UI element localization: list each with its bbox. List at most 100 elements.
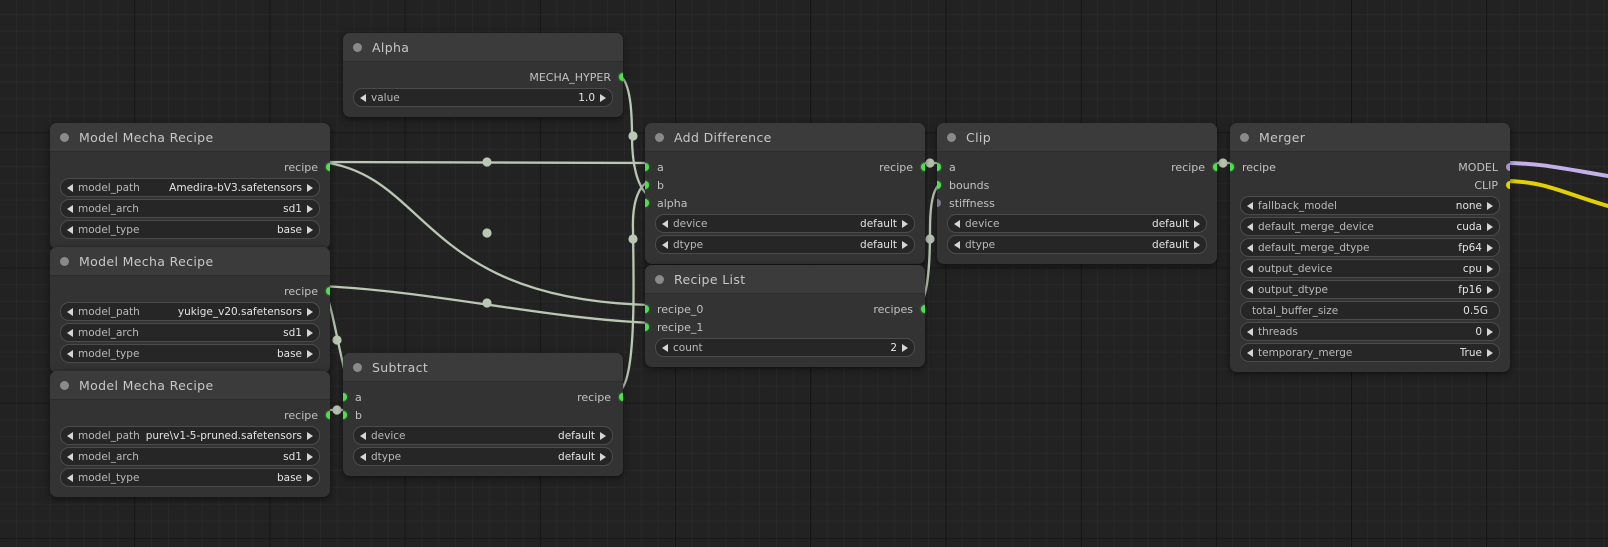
input-port-dot[interactable] bbox=[937, 163, 941, 171]
increment-arrow-icon[interactable] bbox=[1487, 264, 1493, 273]
output-port-dot[interactable] bbox=[326, 411, 330, 419]
increment-arrow-icon[interactable] bbox=[1487, 348, 1493, 357]
input-port-dot[interactable] bbox=[645, 181, 649, 189]
widget-temporary-merge[interactable]: temporary_merge True bbox=[1240, 343, 1500, 362]
output-port-dot[interactable] bbox=[619, 73, 623, 81]
decrement-arrow-icon[interactable] bbox=[67, 452, 73, 461]
increment-arrow-icon[interactable] bbox=[902, 343, 908, 352]
decrement-arrow-icon[interactable] bbox=[67, 349, 73, 358]
input-port-row-b[interactable]: b bbox=[645, 176, 925, 194]
output-port-row[interactable]: MECHA_HYPER bbox=[343, 68, 623, 86]
widget-model-path[interactable]: model_path pure\v1-5-pruned.safetensors bbox=[60, 426, 320, 445]
input-port-row-a[interactable]: a recipe bbox=[937, 158, 1217, 176]
decrement-arrow-icon[interactable] bbox=[360, 431, 366, 440]
increment-arrow-icon[interactable] bbox=[307, 204, 313, 213]
widget-model-arch[interactable]: model_arch sd1 bbox=[60, 199, 320, 218]
collapse-icon[interactable] bbox=[60, 380, 69, 390]
increment-arrow-icon[interactable] bbox=[307, 452, 313, 461]
input-port-row-bounds[interactable]: bounds bbox=[937, 176, 1217, 194]
node-header[interactable]: Model Mecha Recipe bbox=[50, 123, 330, 152]
node-model-mecha-recipe-1[interactable]: Model Mecha Recipe recipe model_path Ame… bbox=[50, 123, 330, 249]
node-model-mecha-recipe-3[interactable]: Model Mecha Recipe recipe model_path pur… bbox=[50, 371, 330, 497]
node-clip[interactable]: Clip a recipe bounds stiffness device de… bbox=[937, 123, 1217, 264]
input-port-row-a[interactable]: a recipe bbox=[343, 388, 623, 406]
input-port-row-recipe-0[interactable]: recipe_0 recipes bbox=[645, 300, 925, 318]
output-port-dot[interactable] bbox=[326, 287, 330, 295]
node-header[interactable]: Recipe List bbox=[645, 265, 925, 294]
decrement-arrow-icon[interactable] bbox=[360, 452, 366, 461]
increment-arrow-icon[interactable] bbox=[307, 328, 313, 337]
widget-output-dtype[interactable]: output_dtype fp16 bbox=[1240, 280, 1500, 299]
widget-model-arch[interactable]: model_arch sd1 bbox=[60, 323, 320, 342]
input-port-row-recipe-1[interactable]: recipe_1 bbox=[645, 318, 925, 336]
collapse-icon[interactable] bbox=[1240, 132, 1249, 142]
decrement-arrow-icon[interactable] bbox=[1247, 243, 1253, 252]
widget-total-buffer-size[interactable]: total_buffer_size 0.5G bbox=[1240, 301, 1500, 320]
decrement-arrow-icon[interactable] bbox=[1247, 348, 1253, 357]
increment-arrow-icon[interactable] bbox=[307, 349, 313, 358]
widget-default-merge-device[interactable]: default_merge_device cuda bbox=[1240, 217, 1500, 236]
widget-dtype[interactable]: dtype default bbox=[947, 235, 1207, 254]
output-port-dot[interactable] bbox=[1213, 163, 1217, 171]
increment-arrow-icon[interactable] bbox=[1487, 285, 1493, 294]
widget-model-type[interactable]: model_type base bbox=[60, 344, 320, 363]
decrement-arrow-icon[interactable] bbox=[1247, 222, 1253, 231]
node-merger[interactable]: Merger recipe MODEL CLIP fallback_model … bbox=[1230, 123, 1510, 372]
decrement-arrow-icon[interactable] bbox=[67, 225, 73, 234]
widget-model-type[interactable]: model_type base bbox=[60, 220, 320, 239]
widget-fallback-model[interactable]: fallback_model none bbox=[1240, 196, 1500, 215]
input-port-dot[interactable] bbox=[645, 305, 649, 313]
collapse-icon[interactable] bbox=[947, 132, 956, 142]
decrement-arrow-icon[interactable] bbox=[1247, 327, 1253, 336]
widget-dtype[interactable]: dtype default bbox=[655, 235, 915, 254]
increment-arrow-icon[interactable] bbox=[307, 225, 313, 234]
node-subtract[interactable]: Subtract a recipe b device default dtype… bbox=[343, 353, 623, 476]
input-port-dot[interactable] bbox=[343, 393, 347, 401]
increment-arrow-icon[interactable] bbox=[600, 93, 606, 102]
increment-arrow-icon[interactable] bbox=[1487, 201, 1493, 210]
output-port-dot[interactable] bbox=[619, 393, 623, 401]
output-port-dot[interactable] bbox=[921, 163, 925, 171]
widget-model-path[interactable]: model_path yukige_v20.safetensors bbox=[60, 302, 320, 321]
node-header[interactable]: Clip bbox=[937, 123, 1217, 152]
widget-value[interactable]: value 1.0 bbox=[353, 88, 613, 107]
increment-arrow-icon[interactable] bbox=[307, 183, 313, 192]
input-port-row-b[interactable]: b bbox=[343, 406, 623, 424]
decrement-arrow-icon[interactable] bbox=[360, 93, 366, 102]
decrement-arrow-icon[interactable] bbox=[67, 328, 73, 337]
widget-model-type[interactable]: model_type base bbox=[60, 468, 320, 487]
node-header[interactable]: Alpha bbox=[343, 33, 623, 62]
decrement-arrow-icon[interactable] bbox=[1247, 264, 1253, 273]
node-alpha[interactable]: Alpha MECHA_HYPER value 1.0 bbox=[343, 33, 623, 117]
node-header[interactable]: Add Difference bbox=[645, 123, 925, 152]
increment-arrow-icon[interactable] bbox=[600, 452, 606, 461]
widget-count[interactable]: count 2 bbox=[655, 338, 915, 357]
input-port-row-recipe[interactable]: recipe MODEL bbox=[1230, 158, 1510, 176]
increment-arrow-icon[interactable] bbox=[1487, 222, 1493, 231]
decrement-arrow-icon[interactable] bbox=[662, 219, 668, 228]
widget-device[interactable]: device default bbox=[947, 214, 1207, 233]
output-port-row[interactable]: recipe bbox=[50, 282, 330, 300]
output-port-row[interactable]: recipe bbox=[50, 158, 330, 176]
collapse-icon[interactable] bbox=[353, 362, 362, 372]
collapse-icon[interactable] bbox=[353, 42, 362, 52]
decrement-arrow-icon[interactable] bbox=[67, 183, 73, 192]
widget-default-merge-dtype[interactable]: default_merge_dtype fp64 bbox=[1240, 238, 1500, 257]
decrement-arrow-icon[interactable] bbox=[67, 204, 73, 213]
output-port-row-clip[interactable]: CLIP bbox=[1230, 176, 1510, 194]
input-port-row-alpha[interactable]: alpha bbox=[645, 194, 925, 212]
input-port-dot[interactable] bbox=[937, 181, 941, 189]
decrement-arrow-icon[interactable] bbox=[954, 240, 960, 249]
increment-arrow-icon[interactable] bbox=[1194, 240, 1200, 249]
increment-arrow-icon[interactable] bbox=[307, 307, 313, 316]
increment-arrow-icon[interactable] bbox=[1487, 327, 1493, 336]
widget-model-path[interactable]: model_path Amedira-bV3.safetensors bbox=[60, 178, 320, 197]
collapse-icon[interactable] bbox=[60, 132, 69, 142]
widget-output-device[interactable]: output_device cpu bbox=[1240, 259, 1500, 278]
decrement-arrow-icon[interactable] bbox=[67, 431, 73, 440]
increment-arrow-icon[interactable] bbox=[307, 431, 313, 440]
decrement-arrow-icon[interactable] bbox=[954, 219, 960, 228]
input-port-dot[interactable] bbox=[937, 199, 941, 207]
input-port-row-stiffness[interactable]: stiffness bbox=[937, 194, 1217, 212]
increment-arrow-icon[interactable] bbox=[307, 473, 313, 482]
